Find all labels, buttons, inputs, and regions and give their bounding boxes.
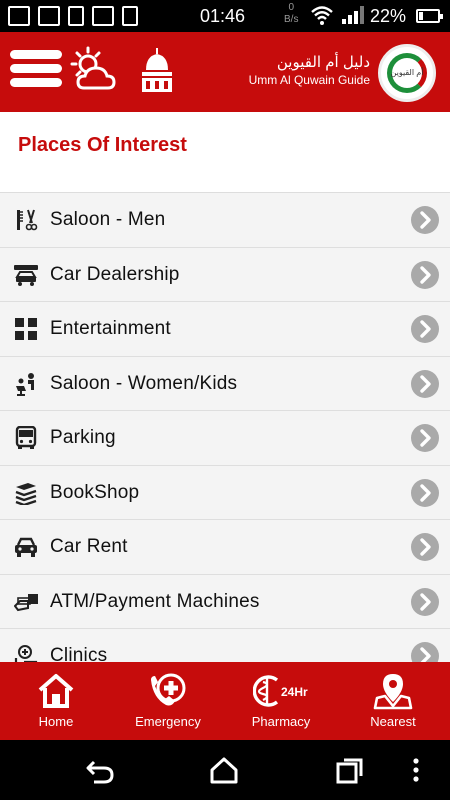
app-logo: أم القيوين: [378, 44, 436, 102]
scissors-comb-icon: [17, 209, 38, 231]
list-item-clinics[interactable]: Clinics: [0, 629, 450, 662]
places-list: Saloon - Men Car Dealership Entertainmen…: [0, 192, 450, 662]
tab-label: Pharmacy: [251, 714, 311, 729]
list-item-bookshop[interactable]: BookShop: [0, 465, 450, 520]
tab-pharmacy[interactable]: 24Hr Pharmacy: [225, 662, 337, 740]
clinic-icon: [14, 645, 38, 662]
chevron-right-icon: [411, 315, 439, 343]
list-item-label: Car Rent: [50, 536, 128, 557]
list-item-atm[interactable]: ATM/Payment Machines: [0, 574, 450, 629]
pharmacy-icon: 24Hr: [253, 675, 308, 707]
list-item-parking[interactable]: Parking: [0, 411, 450, 466]
list-item-entertainment[interactable]: Entertainment: [0, 302, 450, 357]
system-nav-bar: [0, 740, 450, 800]
app-header: دليل أم القيوين Umm Al Quwain Guide أم ا…: [0, 32, 450, 112]
overflow-menu-icon[interactable]: [410, 756, 422, 784]
pharmacy-badge: 24Hr: [281, 685, 308, 699]
chevron-right-icon: [411, 260, 439, 289]
list-item-label: ATM/Payment Machines: [50, 590, 260, 612]
page-title: Places Of Interest: [18, 134, 187, 156]
atm-icon: [14, 593, 38, 611]
data-rate: 0 B/s: [284, 2, 298, 26]
chevron-right-icon: [411, 424, 439, 452]
menu-icon-bar: [10, 78, 62, 87]
tab-label: Emergency: [135, 714, 201, 729]
tab-nearest[interactable]: Nearest: [337, 662, 449, 740]
list-item-label: Parking: [50, 427, 116, 448]
grid-icon: [15, 318, 37, 340]
tab-emergency[interactable]: Emergency: [112, 662, 224, 740]
usb-icon: [68, 6, 84, 26]
main-content: Places Of Interest Saloon - Men Car Deal…: [0, 112, 450, 662]
logo-text: أم القيوين: [390, 68, 424, 77]
weather-icon[interactable]: [70, 46, 118, 96]
car-icon: [15, 537, 37, 557]
tab-label: Home: [38, 714, 74, 729]
emergency-icon: [151, 673, 186, 706]
list-item-label: Entertainment: [50, 318, 171, 339]
chevron-right-icon: [411, 587, 439, 616]
notification-icon: [8, 6, 30, 26]
list-item-saloon-men[interactable]: Saloon - Men: [0, 193, 450, 248]
wifi-icon: [311, 6, 333, 25]
list-item-label: Saloon - Men: [50, 209, 166, 230]
status-bar: 01:46 0 B/s 22%: [0, 0, 450, 32]
tab-label: Nearest: [370, 714, 416, 729]
back-icon[interactable]: [84, 756, 116, 784]
status-time: 01:46: [200, 6, 246, 26]
chevron-right-icon: [411, 533, 439, 561]
car-dealer-icon: [14, 264, 38, 286]
code-icon: [92, 6, 114, 26]
chevron-right-icon: [411, 642, 439, 662]
battery-fill: [419, 12, 423, 20]
mosque-icon[interactable]: [136, 46, 178, 96]
image-icon: [38, 6, 60, 26]
bus-icon: [15, 426, 37, 449]
battery-percent: 22%: [370, 6, 407, 26]
list-item-car-rent[interactable]: Car Rent: [0, 520, 450, 575]
chevron-right-icon: [411, 478, 439, 507]
chevron-right-icon: [411, 369, 439, 398]
chevron-right-icon: [411, 206, 439, 234]
data-rate-unit: B/s: [284, 14, 299, 25]
brand-title: دليل أم القيوين Umm Al Quwain Guide: [249, 54, 370, 88]
list-item-label: BookShop: [50, 481, 140, 503]
list-item-label: Car Dealership: [50, 263, 180, 285]
tab-home[interactable]: Home: [0, 662, 112, 740]
menu-button[interactable]: [10, 50, 62, 94]
menu-icon-bar: [10, 64, 62, 73]
home-outline-icon[interactable]: [208, 756, 240, 784]
battery-icon: [416, 9, 443, 23]
books-icon: [15, 482, 37, 505]
brand-arabic: دليل أم القيوين: [276, 54, 370, 71]
sim-icon: [122, 6, 138, 26]
list-item-car-dealership[interactable]: Car Dealership: [0, 247, 450, 302]
brand-english: Umm Al Quwain Guide: [248, 73, 370, 87]
list-item-saloon-women-kids[interactable]: Saloon - Women/Kids: [0, 356, 450, 411]
home-icon: [38, 674, 74, 708]
list-item-label: Saloon - Women/Kids: [50, 372, 238, 394]
salon-chair-icon: [16, 372, 34, 396]
data-rate-value: 0: [288, 2, 294, 13]
signal-icon: [342, 6, 364, 24]
notification-icons: [8, 6, 138, 26]
list-item-label: Clinics: [50, 645, 108, 662]
bottom-tab-bar: Home Emergency 24Hr Pharmacy Nearest: [0, 662, 450, 740]
recents-icon[interactable]: [334, 756, 366, 784]
location-pin-icon: [373, 674, 413, 710]
menu-icon-bar: [10, 50, 62, 59]
